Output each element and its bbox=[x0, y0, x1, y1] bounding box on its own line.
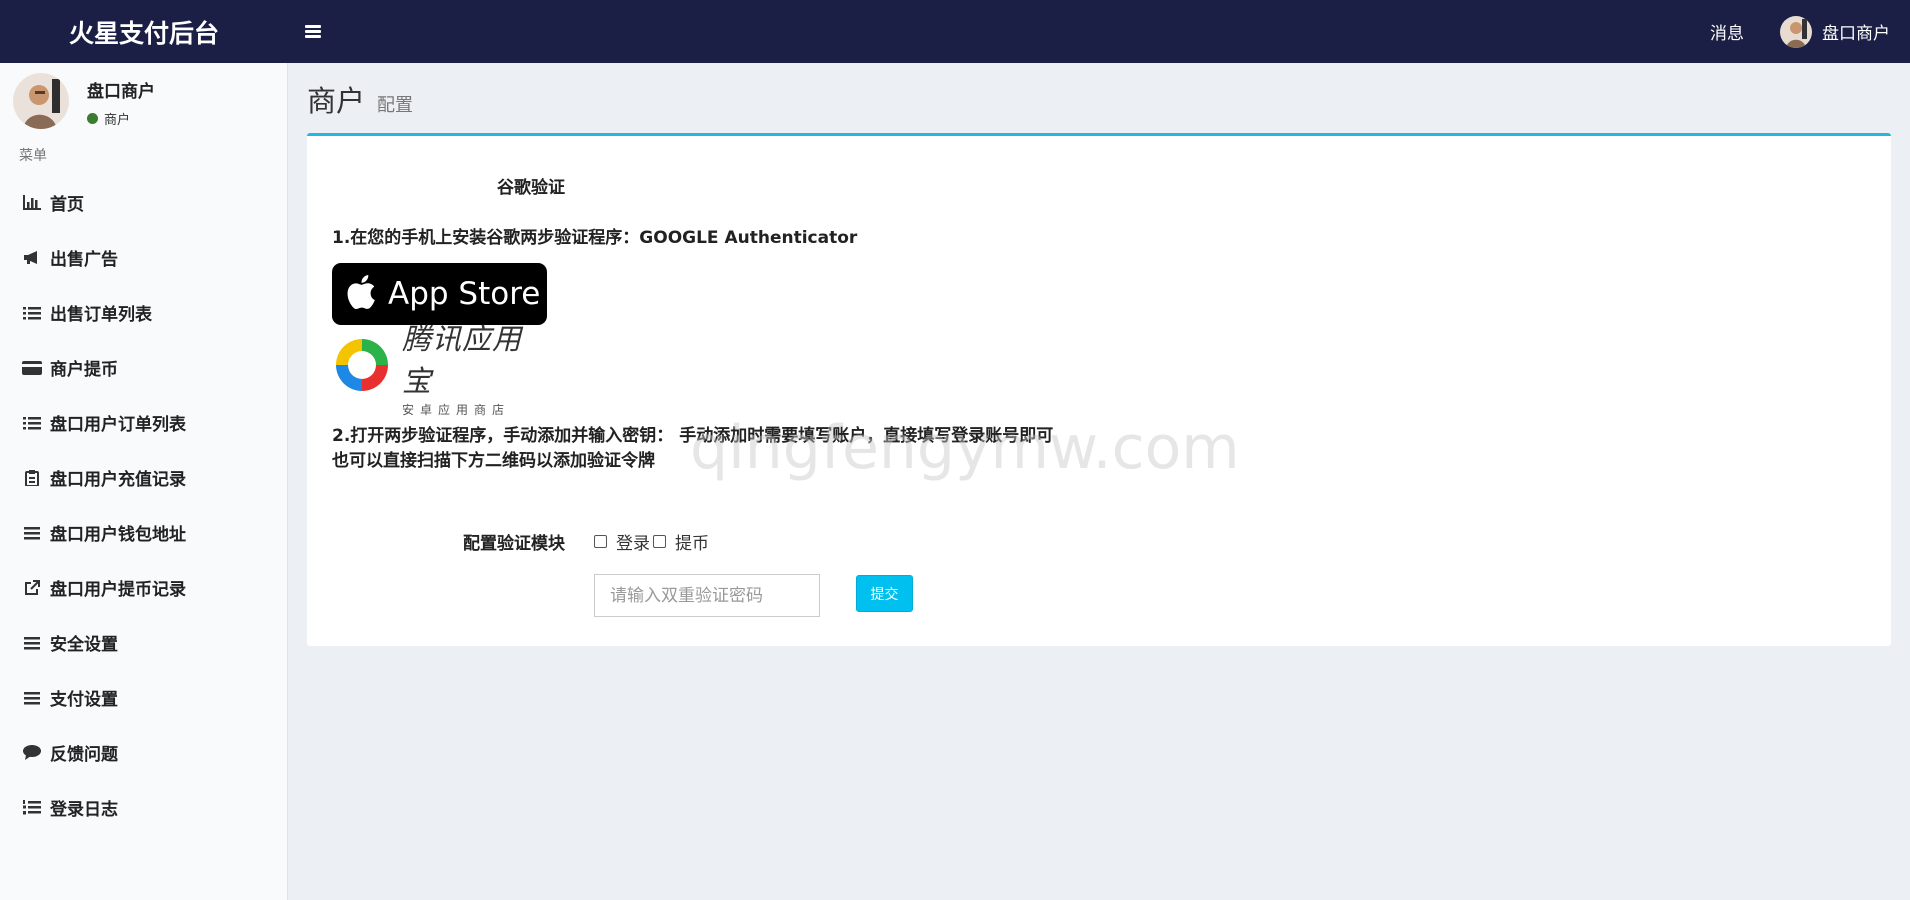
withdraw-checkbox[interactable] bbox=[653, 535, 666, 548]
bars-icon bbox=[22, 690, 42, 706]
verification-options: 登录 提币 bbox=[594, 529, 709, 554]
step2-line1: 2.打开两步验证程序，手动添加并输入密钥： 手动添加时需要填写账户，直接填写登录… bbox=[332, 426, 1054, 446]
sidebar-item-merchant-withdraw[interactable]: 商户提币 bbox=[0, 340, 287, 395]
section-label: 谷歌验证 bbox=[497, 178, 565, 198]
sidebar-item-user-withdraw[interactable]: 盘口用户提币记录 bbox=[0, 560, 287, 615]
top-nav-right: 消息 盘口商户 bbox=[1710, 0, 1910, 63]
sidebar-item-login-log[interactable]: 登录日志 bbox=[0, 780, 287, 835]
sidebar-item-label: 支付设置 bbox=[50, 690, 118, 710]
credit-card-icon bbox=[22, 360, 42, 376]
page-subtitle: 配置 bbox=[377, 95, 414, 116]
step2-text: 2.打开两步验证程序，手动添加并输入密钥： 手动添加时需要填写账户，直接填写登录… bbox=[332, 424, 1053, 474]
config-module-label: 配置验证模块 bbox=[463, 534, 565, 554]
login-checkbox[interactable] bbox=[594, 535, 607, 548]
sidebar-item-security[interactable]: 安全设置 bbox=[0, 615, 287, 670]
user-menu[interactable]: 盘口商户 bbox=[1780, 15, 1890, 48]
user-status: 商户 bbox=[87, 109, 155, 128]
brand-logo[interactable]: 火星支付后台 bbox=[0, 0, 288, 63]
sidebar-item-sell-orders[interactable]: 出售订单列表 bbox=[0, 285, 287, 340]
sidebar-item-payment[interactable]: 支付设置 bbox=[0, 670, 287, 725]
sidebar-item-home[interactable]: 首页 bbox=[0, 175, 287, 230]
clipboard-icon bbox=[22, 469, 42, 486]
sidebar-menu: 首页 出售广告 出售订单列表 商户提币 盘口用户订单列表 盘口用户充值记录 盘口… bbox=[0, 175, 287, 835]
avatar bbox=[13, 73, 69, 129]
bullhorn-icon bbox=[22, 250, 42, 266]
sidebar-item-user-wallet[interactable]: 盘口用户钱包地址 bbox=[0, 505, 287, 560]
user-panel: 盘口商户 商户 bbox=[0, 63, 287, 135]
bars-icon bbox=[22, 635, 42, 651]
external-link-icon bbox=[22, 579, 42, 596]
sidebar-item-label: 首页 bbox=[50, 195, 84, 215]
sidebar-item-label: 盘口用户钱包地址 bbox=[50, 525, 186, 545]
content-header: 商户 配置 bbox=[307, 78, 413, 120]
sidebar-item-user-recharge[interactable]: 盘口用户充值记录 bbox=[0, 450, 287, 505]
login-option[interactable]: 登录 bbox=[594, 529, 650, 554]
online-status-icon bbox=[87, 113, 98, 124]
tencent-text: 腾讯应用宝 安卓应用商店 bbox=[402, 316, 547, 418]
sidebar-item-label: 出售广告 bbox=[50, 250, 118, 270]
tencent-logo-icon bbox=[332, 335, 392, 399]
menu-header: 菜单 bbox=[19, 148, 47, 164]
list-icon bbox=[22, 415, 42, 431]
sidebar-item-label: 商户提币 bbox=[50, 360, 118, 380]
step1-text: 1.在您的手机上安装谷歌两步验证程序：GOOGLE Authenticator bbox=[332, 228, 858, 248]
step2-line2: 也可以直接扫描下方二维码以添加验证令牌 bbox=[332, 451, 655, 471]
user-menu-name: 盘口商户 bbox=[1822, 24, 1890, 44]
login-option-label: 登录 bbox=[616, 534, 650, 554]
avatar bbox=[1780, 15, 1812, 48]
page-title: 商户 bbox=[307, 84, 366, 118]
submit-button[interactable]: 提交 bbox=[856, 575, 913, 612]
sidebar-item-label: 登录日志 bbox=[50, 800, 118, 820]
sidebar-item-feedback[interactable]: 反馈问题 bbox=[0, 725, 287, 780]
user-info: 盘口商户 商户 bbox=[87, 77, 155, 128]
tencent-app-store-badge[interactable]: 腾讯应用宝 安卓应用商店 bbox=[332, 322, 547, 417]
sidebar-item-label: 出售订单列表 bbox=[50, 305, 152, 325]
withdraw-option-label: 提币 bbox=[675, 534, 709, 554]
sidebar-toggle-button[interactable] bbox=[288, 0, 338, 63]
two-factor-password-input[interactable] bbox=[594, 574, 820, 617]
google-auth-panel: 谷歌验证 1.在您的手机上安装谷歌两步验证程序：GOOGLE Authentic… bbox=[307, 133, 1891, 646]
app-store-label: App Store bbox=[388, 276, 541, 312]
list-icon bbox=[22, 305, 42, 321]
comment-icon bbox=[22, 745, 42, 761]
sidebar-item-label: 安全设置 bbox=[50, 635, 118, 655]
list-ol-icon bbox=[22, 800, 42, 816]
sidebar-item-label: 盘口用户订单列表 bbox=[50, 415, 186, 435]
sidebar-item-label: 盘口用户提币记录 bbox=[50, 580, 186, 600]
bar-chart-icon bbox=[22, 195, 42, 211]
tencent-title: 腾讯应用宝 bbox=[402, 322, 523, 398]
sidebar: 盘口商户 商户 菜单 首页 出售广告 出售订单列表 商户提币 盘口用户订单列表 bbox=[0, 63, 288, 900]
user-role: 商户 bbox=[104, 113, 131, 128]
hamburger-icon bbox=[305, 25, 321, 38]
bars-icon bbox=[22, 525, 42, 541]
tencent-subtitle: 安卓应用商店 bbox=[402, 403, 511, 417]
sidebar-item-sell-ads[interactable]: 出售广告 bbox=[0, 230, 287, 285]
sidebar-item-label: 盘口用户充值记录 bbox=[50, 470, 186, 490]
messages-link[interactable]: 消息 bbox=[1710, 19, 1744, 44]
sidebar-user-name: 盘口商户 bbox=[87, 82, 155, 102]
sidebar-item-label: 反馈问题 bbox=[50, 745, 118, 765]
apple-icon bbox=[346, 274, 376, 314]
withdraw-option[interactable]: 提币 bbox=[650, 529, 709, 554]
sidebar-item-user-orders[interactable]: 盘口用户订单列表 bbox=[0, 395, 287, 450]
top-header: 火星支付后台 消息 盘口商户 bbox=[0, 0, 1910, 63]
